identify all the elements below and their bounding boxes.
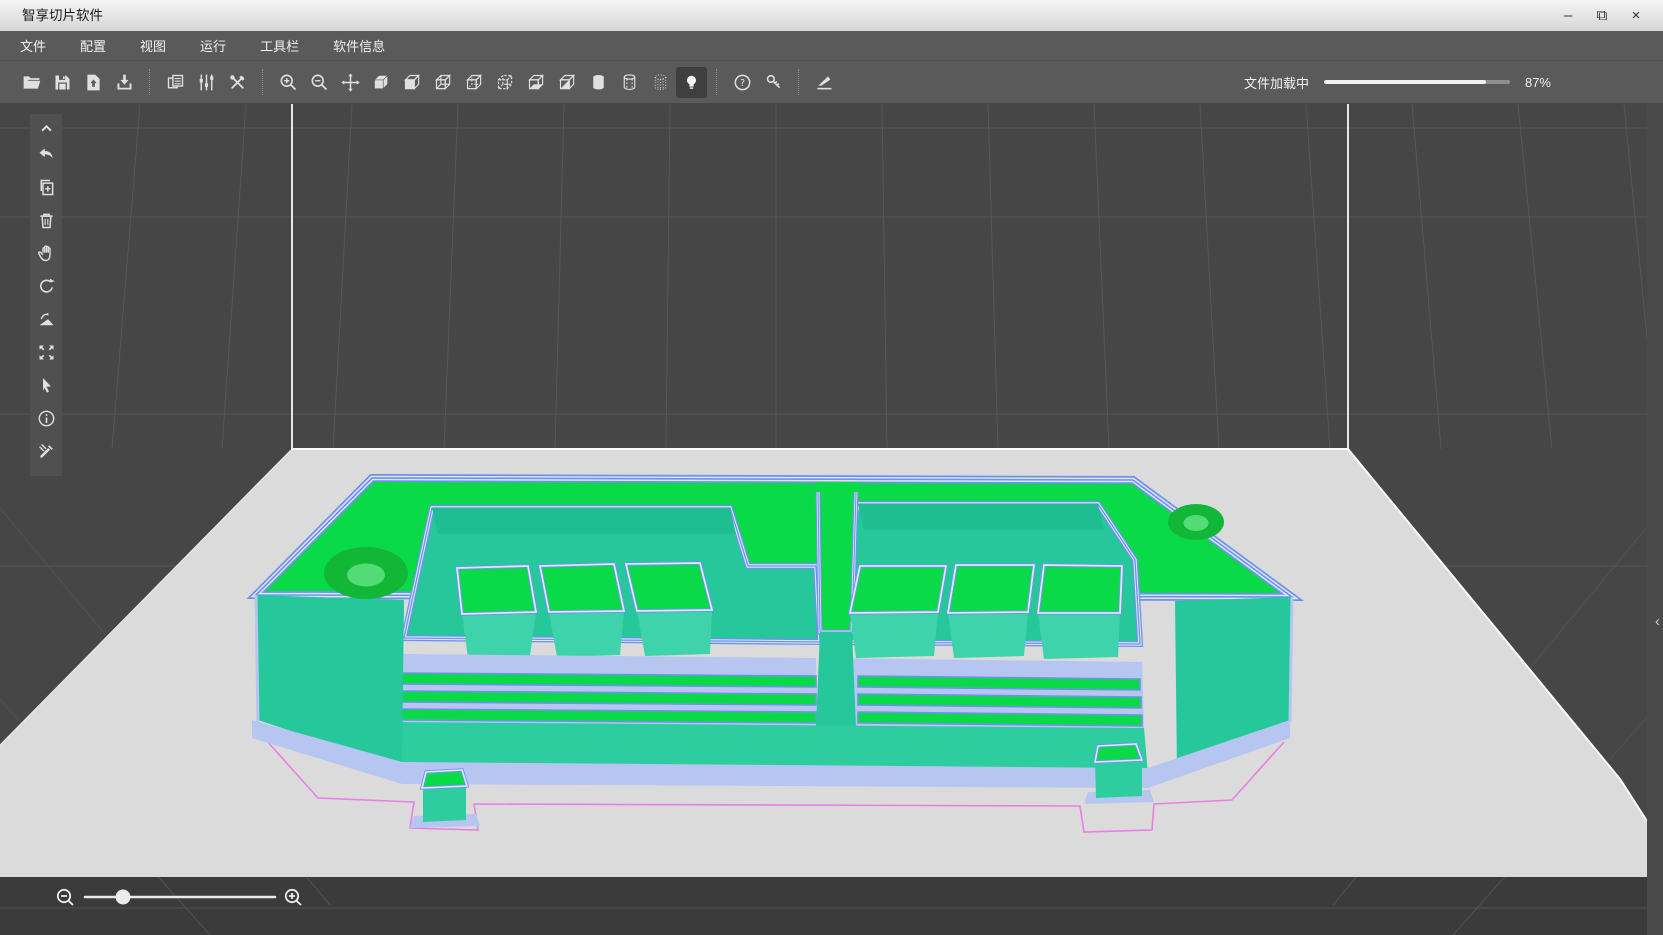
title-bar: 智享切片软件 –⧉× [0,0,1663,32]
file-load-progress: 文件加载中 87% [1244,73,1551,92]
help-icon[interactable]: ? [727,67,758,98]
view-wireframe-cube-icon[interactable] [428,67,459,98]
zoom-slider-thumb[interactable] [116,890,131,905]
window-controls: –⧉× [1551,0,1653,31]
view-dashed-cube-icon[interactable] [490,67,521,98]
zoom-slider[interactable] [50,883,320,913]
parameter-settings-icon[interactable] [191,67,222,98]
lay-flat-icon[interactable] [31,303,61,336]
progress-fill [1324,80,1486,84]
progress-bar [1324,80,1510,84]
panel-toggle-chevron-icon[interactable]: ‹ [1655,613,1660,630]
view-bottom-cube-icon[interactable] [521,67,552,98]
machine-config-icon[interactable] [160,67,191,98]
cut-tool-icon[interactable] [809,67,840,98]
import-model-icon[interactable] [78,67,109,98]
center-column [816,632,856,728]
view-cylinder-wire-icon[interactable] [614,67,645,98]
zoom-out-icon[interactable] [304,67,335,98]
export-gcode-icon[interactable] [109,67,140,98]
close-button[interactable]: × [1619,0,1653,31]
rotate-model-icon[interactable] [31,270,61,303]
menu-config[interactable]: 配置 [80,36,106,55]
pan-view-icon[interactable] [31,237,61,270]
main-toolbar: ? 文件加载中 87% [0,60,1663,103]
view-dotted-cube-icon[interactable] [459,67,490,98]
zoom-in-icon[interactable] [273,67,304,98]
menu-run[interactable]: 运行 [200,36,226,55]
menu-bar: 文件 配置 视图 运行 工具栏 软件信息 [0,31,1663,60]
menu-toolbar[interactable]: 工具栏 [260,36,299,55]
view-surface-cube-icon[interactable] [397,67,428,98]
toolbar-groups: ? [16,67,840,98]
view-solid-cube-icon[interactable] [366,67,397,98]
boss-left [324,547,408,599]
undo-icon[interactable] [31,138,61,171]
scale-model-icon[interactable] [31,336,61,369]
zoom-in-icon[interactable] [286,890,301,905]
tool-settings-icon[interactable] [222,67,253,98]
view-cylinder-solid-icon[interactable] [583,67,614,98]
license-key-icon[interactable] [758,67,789,98]
duplicate-model-icon[interactable] [31,171,61,204]
light-toggle-icon[interactable] [676,67,707,98]
svg-text:?: ? [740,78,745,89]
model-info-icon[interactable] [31,402,61,435]
viewport-3d[interactable] [0,0,1663,935]
right-panel-toggle-strip: ‹ [1647,103,1663,935]
menu-software-info[interactable]: 软件信息 [333,36,385,55]
delete-model-icon[interactable] [31,204,61,237]
toolbar-separator [262,69,264,95]
boss-right [1168,504,1224,540]
progress-percent: 87% [1525,75,1551,90]
save-file-icon[interactable] [47,67,78,98]
collapse-toolbar-icon[interactable] [31,118,61,138]
vent-slots [398,654,1144,730]
zoom-out-icon[interactable] [58,890,73,905]
open-file-icon[interactable] [16,67,47,98]
view-cylinder-points-icon[interactable] [645,67,676,98]
window-title: 智享切片软件 [22,0,103,31]
repair-model-icon[interactable] [31,435,61,468]
toolbar-separator [149,69,151,95]
menu-view[interactable]: 视图 [140,36,166,55]
progress-label: 文件加载中 [1244,73,1309,92]
left-toolbar [30,114,62,476]
toolbar-separator [798,69,800,95]
menu-file[interactable]: 文件 [20,36,46,55]
minimize-button[interactable]: – [1551,0,1585,31]
restore-button[interactable]: ⧉ [1585,0,1619,31]
select-model-icon[interactable] [31,369,61,402]
move-view-icon[interactable] [335,67,366,98]
toolbar-separator [716,69,718,95]
view-section-cube-icon[interactable] [552,67,583,98]
